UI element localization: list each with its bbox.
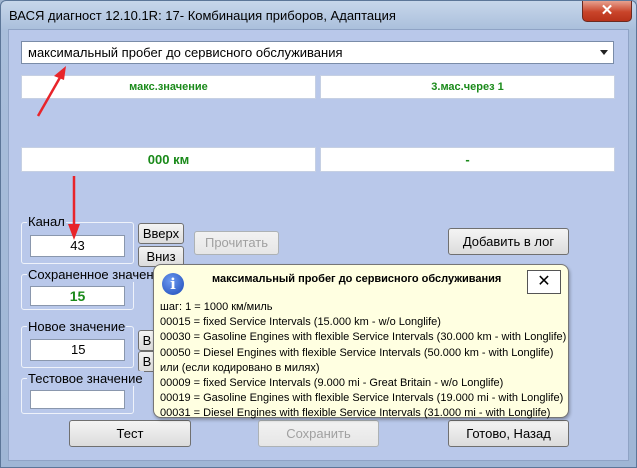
done-back-button[interactable]: Готово, Назад — [448, 420, 569, 447]
add-to-log-button[interactable]: Добавить в лог — [448, 228, 569, 255]
info-tooltip: i максимальный пробег до сервисного обсл… — [153, 264, 569, 419]
read-button[interactable]: Прочитать — [194, 231, 279, 255]
annotation-arrow-channel — [68, 176, 80, 240]
tooltip-line: шаг: 1 = 1000 км/миль — [160, 301, 273, 313]
test-button[interactable]: Тест — [69, 420, 191, 447]
chevron-down-icon[interactable] — [600, 50, 608, 55]
tooltip-line: 00030 = Gasoline Engines with flexible S… — [160, 331, 567, 344]
tooltip-line: 00031 = Diesel Engines with flexible Ser… — [160, 407, 551, 420]
test-value-label: Тестовое значение — [27, 371, 144, 386]
new-value-input[interactable]: 15 — [30, 339, 125, 361]
window-close-button[interactable]: ✕ — [582, 1, 632, 22]
annotation-arrow-select — [36, 66, 66, 117]
saved-value-display: 15 — [30, 286, 125, 306]
max-value-display: 000 км — [21, 147, 316, 172]
save-button[interactable]: Сохранить — [258, 420, 379, 447]
info-icon: i — [162, 273, 184, 295]
tooltip-line: или (если кодировано в милях) — [160, 361, 320, 374]
tooltip-line: 00019 = Gasoline Engines with flexible S… — [160, 392, 564, 405]
tooltip-line: 00015 = fixed Service Intervals (15.000 … — [160, 316, 441, 329]
saved-value-label: Сохраненное значение — [27, 267, 170, 282]
channel-up-button[interactable]: Вверх — [138, 223, 184, 244]
tooltip-lines: шаг: 1 = 1000 км/миль 00015 = fixed Serv… — [160, 300, 566, 422]
tooltip-close-button[interactable]: ✕ — [527, 270, 561, 294]
next-value-header: 3.мас.через 1 — [320, 75, 615, 99]
test-value-input[interactable] — [30, 390, 125, 409]
title-bar[interactable]: ВАСЯ диагност 12.10.1R: 17- Комбинация п… — [1, 1, 636, 29]
window-title: ВАСЯ диагност 12.10.1R: 17- Комбинация п… — [9, 8, 396, 23]
adaptation-select[interactable]: максимальный пробег до сервисного обслуж… — [21, 41, 614, 64]
channel-label: Канал — [27, 214, 66, 229]
tooltip-line: 00050 = Diesel Engines with flexible Ser… — [160, 346, 554, 359]
next-value-display: - — [320, 147, 615, 172]
adaptation-select-value: максимальный пробег до сервисного обслуж… — [28, 45, 343, 60]
new-value-label: Новое значение — [27, 319, 127, 334]
tooltip-title: максимальный пробег до сервисного обслуж… — [212, 273, 502, 285]
tooltip-line: 00009 = fixed Service Intervals (9.000 m… — [160, 377, 504, 390]
